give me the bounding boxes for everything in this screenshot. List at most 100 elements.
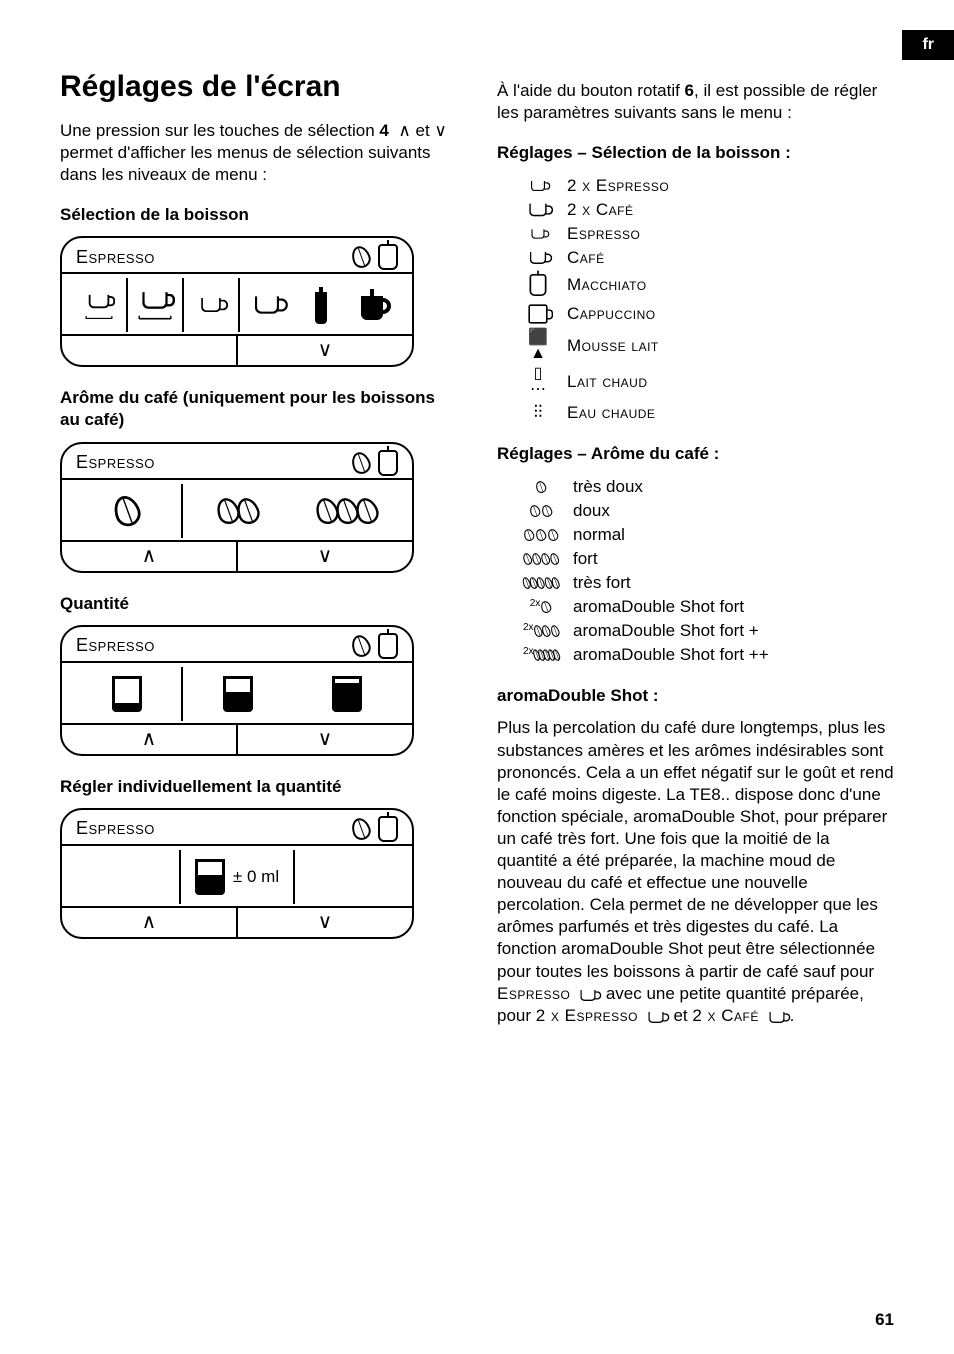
glass-icon (378, 816, 398, 842)
intro-a: À l'aide du bouton rotatif (497, 81, 685, 100)
hot-milk-icon: ▯⋯ (523, 366, 553, 398)
qty-mid-icon (183, 667, 292, 721)
drink-cafe-icon (240, 278, 294, 332)
lang-tab: fr (902, 30, 954, 60)
nav-up[interactable] (62, 542, 236, 571)
header-icons (352, 244, 398, 270)
strength-label: aromaDouble Shot fort ++ (573, 645, 769, 665)
nav-down[interactable] (236, 908, 412, 937)
intro-text-a: Une pression sur les touches de sélectio… (60, 121, 379, 140)
header-icons (352, 816, 398, 842)
nav-spacer (62, 336, 236, 365)
cafe-icon (523, 250, 553, 266)
strength-icon-4 (523, 552, 559, 566)
nav-up[interactable] (62, 908, 236, 937)
strength-icon-3 (523, 528, 559, 542)
page: fr Réglages de l'écran Une pression sur … (0, 0, 954, 1354)
right-intro: À l'aide du bouton rotatif 6, il est pos… (497, 80, 894, 124)
strength-label: normal (573, 525, 625, 545)
2x-espresso-icon (648, 1012, 663, 1023)
cappuccino-icon (523, 302, 553, 326)
arrow-down-icon: ∨ (434, 121, 451, 140)
ads-2xesp: 2 x Espresso (536, 1006, 638, 1025)
espresso-icon (580, 990, 595, 1001)
strength-icon-2 (523, 504, 559, 518)
list-item: 2x aromaDouble Shot fort (497, 595, 894, 619)
list-item: Cappuccino (497, 300, 894, 328)
list-item: Espresso (497, 222, 894, 246)
qty-low-icon (72, 667, 183, 721)
bean-icon (349, 244, 373, 271)
ads-d: . (790, 1006, 795, 1025)
bean-icon (349, 632, 373, 659)
key-4: 4 (379, 121, 388, 140)
aroma-2-bean-icon (183, 484, 292, 538)
ads-espresso: Espresso (497, 984, 570, 1003)
section-drinks-list: Réglages – Sélection de la boisson : (497, 142, 894, 164)
strength-icon-5 (523, 576, 559, 590)
list-item: très fort (497, 571, 894, 595)
bean-icon (349, 815, 373, 842)
header-icons (352, 633, 398, 659)
hot-water-icon: ⫶⫶ (523, 402, 553, 423)
section-aroma: Arôme du café (uniquement pour les boiss… (60, 387, 457, 431)
list-item: ⫶⫶ Eau chaude (497, 400, 894, 425)
drink-label: Lait chaud (567, 372, 648, 392)
strength-icon-1 (523, 480, 559, 494)
screen-title: Espresso (76, 452, 155, 473)
list-item: très doux (497, 475, 894, 499)
columns: Réglages de l'écran Une pression sur les… (60, 50, 894, 1027)
drink-2x-espresso-icon (72, 278, 128, 332)
nav-up[interactable] (62, 725, 236, 754)
list-item: ⬛▲ Mousse lait (497, 328, 894, 364)
intro-6: 6 (685, 81, 694, 100)
drink-label: Macchiato (567, 275, 647, 295)
milk-foam-icon: ⬛▲ (523, 330, 553, 362)
right-column: À l'aide du bouton rotatif 6, il est pos… (497, 50, 894, 1027)
list-item: doux (497, 499, 894, 523)
list-item: 2x aromaDouble Shot fort ++ (497, 643, 894, 667)
section-indiv: Régler individuellement la quantité (60, 776, 457, 798)
page-title: Réglages de l'écran (60, 70, 457, 104)
glass-icon (378, 244, 398, 270)
qty-high-icon (293, 667, 402, 721)
intro-paragraph: Une pression sur les touches de sélectio… (60, 120, 457, 186)
qty-adjust: ± 0 ml (179, 850, 295, 904)
drink-label: Mousse lait (567, 336, 659, 356)
ads-body: Plus la percolation du café dure longtem… (497, 717, 894, 1026)
glass-icon (378, 633, 398, 659)
strength-icon-8: 2x (523, 648, 559, 662)
ads-a: Plus la percolation du café dure longtem… (497, 718, 894, 980)
drinks-list: 2 x Espresso 2 x Café Espresso Café Macc… (497, 174, 894, 425)
2x-cafe-icon (523, 202, 553, 218)
strength-label: aromaDouble Shot fort + (573, 621, 759, 641)
strength-icon-7: 2x (523, 624, 559, 638)
screen-aroma: Espresso (60, 442, 414, 573)
list-item: normal (497, 523, 894, 547)
list-item: Café (497, 246, 894, 270)
page-number: 61 (875, 1310, 894, 1330)
ml-label: ± 0 ml (233, 867, 279, 887)
spacer (295, 850, 402, 904)
aroma-1-bean-icon (72, 484, 183, 538)
strength-label: très fort (573, 573, 631, 593)
drink-label: 2 x Café (567, 200, 634, 220)
ads-2xcafe: 2 x Café (692, 1006, 759, 1025)
drink-2x-cafe-icon (128, 278, 184, 332)
aroma-3-bean-icon (293, 484, 402, 538)
screen-title: Espresso (76, 247, 155, 268)
intro-text-b: et (411, 121, 435, 140)
section-drink-select: Sélection de la boisson (60, 204, 457, 226)
ads-head: aromaDouble Shot : (497, 685, 894, 707)
2x-cafe-icon (769, 1012, 784, 1023)
nav-down[interactable] (236, 542, 412, 571)
screen-title: Espresso (76, 635, 155, 656)
nav-down[interactable] (236, 336, 412, 365)
strength-label: doux (573, 501, 610, 521)
bean-icon (349, 449, 373, 476)
list-item: 2x aromaDouble Shot fort + (497, 619, 894, 643)
nav-down[interactable] (236, 725, 412, 754)
section-strength: Réglages – Arôme du café : (497, 443, 894, 465)
screen-indiv: Espresso ± 0 ml (60, 808, 414, 939)
drink-espresso-icon (184, 278, 240, 332)
